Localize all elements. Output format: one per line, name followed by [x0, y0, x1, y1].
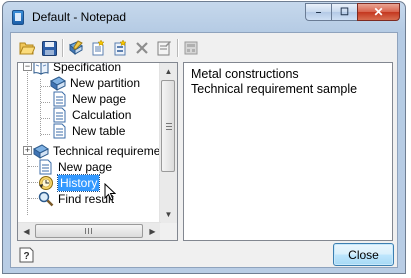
tree-connector [41, 134, 50, 135]
collapse-glyph: − [24, 63, 31, 71]
history-icon [38, 175, 54, 191]
tree-item-technical-requirement[interactable]: Technical requirement [33, 143, 161, 159]
tree-item-label: New page [72, 92, 127, 106]
new-item-icon [114, 40, 127, 56]
maximize-button[interactable]: ☐ [331, 3, 357, 21]
tree-item-find-result[interactable]: Find result [38, 191, 114, 207]
help-icon: ? [19, 247, 34, 262]
disabled-view-icon [184, 41, 198, 55]
client-area: − + Specification New partition New page… [10, 32, 398, 268]
toolbar [16, 36, 202, 60]
content-panel[interactable]: Metal constructions Technical requiremen… [183, 62, 393, 241]
scroll-thumb[interactable] [161, 80, 175, 172]
tree-item-new-page[interactable]: New page [52, 91, 126, 107]
tree-vertical-scrollbar[interactable]: ▲ ▼ [159, 63, 177, 223]
tree-item-label: Technical requirement [53, 144, 161, 158]
tree-item-history[interactable]: History [38, 174, 101, 192]
title-bar[interactable]: Default - Notepad – ☐ ✕ [3, 2, 405, 32]
new-page-icon [92, 40, 105, 56]
toolbar-separator [62, 39, 63, 57]
properties-icon [157, 41, 171, 56]
open-button[interactable] [16, 37, 38, 59]
open-icon [19, 42, 35, 55]
tree-item-label: Calculation [72, 108, 132, 122]
tree-item-label: New page [58, 160, 113, 174]
save-icon [41, 40, 57, 56]
tree-item-new-page[interactable]: New page [38, 159, 112, 175]
collapse-specification-toggle[interactable]: − [23, 63, 32, 71]
app-icon[interactable] [12, 10, 24, 25]
book-icon [50, 75, 66, 91]
edit-button[interactable] [65, 37, 87, 59]
page-icon [38, 159, 54, 175]
tree-item-label: New table [72, 124, 126, 138]
tree-connector [27, 63, 28, 215]
page-icon [52, 123, 68, 139]
tree-item-new-partition[interactable]: New partition [50, 75, 140, 91]
scroll-corner [160, 223, 177, 240]
notepad-window: Default - Notepad – ☐ ✕ − + Specificatio… [2, 1, 406, 274]
scroll-thumb[interactable] [35, 224, 143, 238]
tree-connector [28, 166, 38, 167]
close-window-button[interactable]: ✕ [357, 3, 400, 21]
content-line: Technical requirement sample [191, 82, 358, 96]
content-line: Metal constructions [191, 67, 299, 81]
new-page-button[interactable] [87, 37, 109, 59]
tree-item-label: History [56, 174, 101, 192]
edit-icon [69, 40, 83, 56]
open-book-icon [33, 63, 49, 75]
scroll-down-arrow[interactable]: ▼ [160, 206, 177, 223]
svg-text:?: ? [23, 251, 29, 262]
tree-connector [41, 118, 50, 119]
tree-connector [41, 86, 50, 87]
close-icon: ✕ [373, 5, 384, 19]
expand-technical-requirement-toggle[interactable]: + [23, 146, 32, 155]
tree-connector [28, 198, 38, 199]
tree-item-specification[interactable]: Specification [33, 63, 121, 75]
tree-panel[interactable]: − + Specification New partition New page… [17, 62, 178, 241]
tree-item-label: Specification [53, 63, 122, 74]
save-button[interactable] [38, 37, 60, 59]
tree-item-calculation[interactable]: Calculation [52, 107, 131, 123]
tree-item-label: New partition [70, 76, 141, 90]
new-item-button[interactable] [109, 37, 131, 59]
close-button-label: Close [348, 247, 379, 262]
properties-button[interactable] [153, 37, 175, 59]
page-icon [52, 107, 68, 123]
scroll-right-arrow[interactable]: ▶ [144, 223, 161, 240]
page-icon [52, 91, 68, 107]
minimize-icon: – [315, 6, 322, 18]
toolbar-separator [177, 39, 178, 57]
tree-item-new-table[interactable]: New table [52, 123, 125, 139]
delete-button[interactable] [131, 37, 153, 59]
close-button[interactable]: Close [333, 243, 394, 266]
scroll-left-arrow[interactable]: ◀ [18, 223, 35, 240]
maximize-icon: ☐ [340, 6, 349, 18]
tree-horizontal-scrollbar[interactable]: ◀ ▶ [18, 222, 161, 240]
tree-view[interactable]: − + Specification New partition New page… [18, 63, 161, 223]
tree-connector [28, 182, 38, 183]
window-title: Default - Notepad [32, 10, 127, 24]
delete-icon [136, 42, 148, 54]
scroll-up-arrow[interactable]: ▲ [160, 63, 177, 80]
help-button[interactable]: ? [18, 246, 35, 263]
book-icon [33, 143, 49, 159]
expand-glyph: + [24, 145, 31, 155]
magnifier-icon [38, 191, 54, 207]
tree-connector [41, 102, 50, 103]
tree-connector [40, 79, 41, 136]
minimize-button[interactable]: – [305, 3, 331, 21]
mouse-pointer-icon [104, 183, 116, 201]
view-button [180, 37, 202, 59]
caption-buttons: – ☐ ✕ [305, 3, 400, 22]
